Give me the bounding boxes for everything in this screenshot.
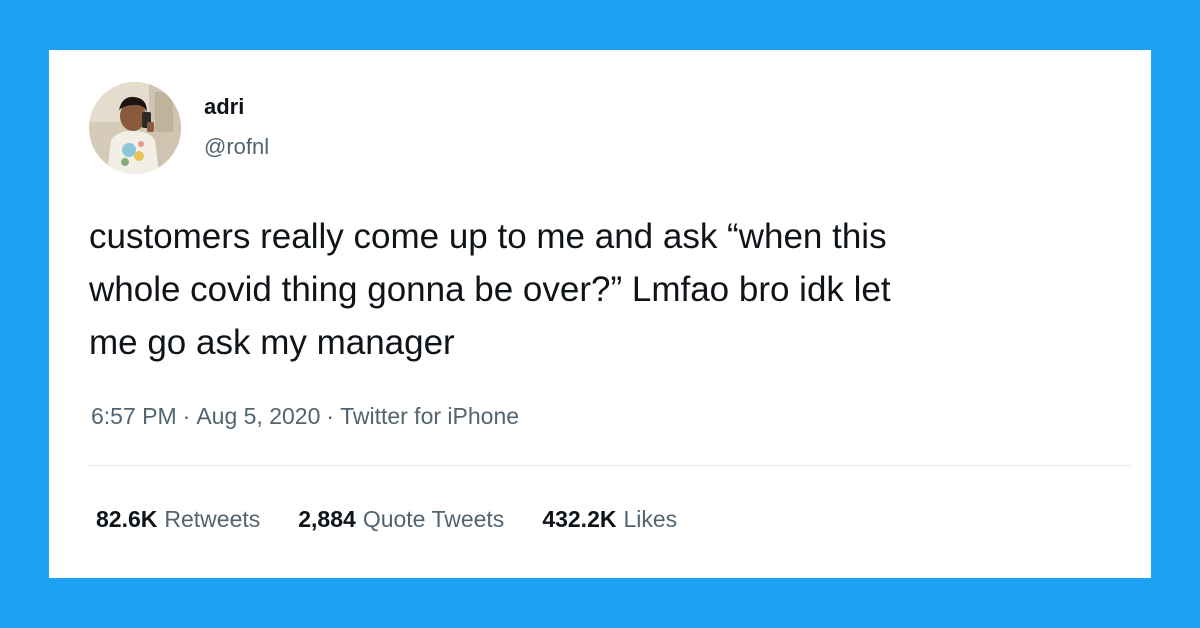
avatar-photo-icon [89,82,181,174]
likes-label: Likes [623,506,678,532]
retweets-count: 82.6K [96,506,158,532]
tweet-text-line: me go ask my manager [89,323,455,362]
avatar[interactable] [89,82,181,174]
retweets-stat[interactable]: 82.6K Retweets [96,505,260,533]
user-handle[interactable]: @rofnl [204,134,269,160]
tweet-text: customers really come up to me and ask “… [89,210,1129,369]
tweet-meta: 6:57 PM · Aug 5, 2020 · Twitter for iPhone [91,402,519,430]
tweet-time[interactable]: 6:57 PM [91,403,177,429]
meta-separator: · [326,403,335,429]
likes-count: 432.2K [542,506,617,532]
quote-tweets-label: Quote Tweets [362,506,505,532]
tweet-card: adri @rofnl customers really come up to … [49,50,1151,578]
retweets-label: Retweets [164,506,261,532]
tweet-text-line: customers really come up to me and ask “… [89,217,887,256]
tweet-date[interactable]: Aug 5, 2020 [196,403,320,429]
quote-tweets-stat[interactable]: 2,884 Quote Tweets [298,505,504,533]
tweet-source[interactable]: Twitter for iPhone [340,403,519,429]
display-name[interactable]: adri [204,94,244,120]
tweet-stats: 82.6K Retweets 2,884 Quote Tweets 432.2K Li… [96,505,715,533]
meta-separator: · [182,403,191,429]
likes-stat[interactable]: 432.2K Likes [542,505,677,533]
quote-tweets-count: 2,884 [298,506,356,532]
tweet-text-line: whole covid thing gonna be over?” Lmfao … [89,270,891,309]
divider [89,465,1131,466]
